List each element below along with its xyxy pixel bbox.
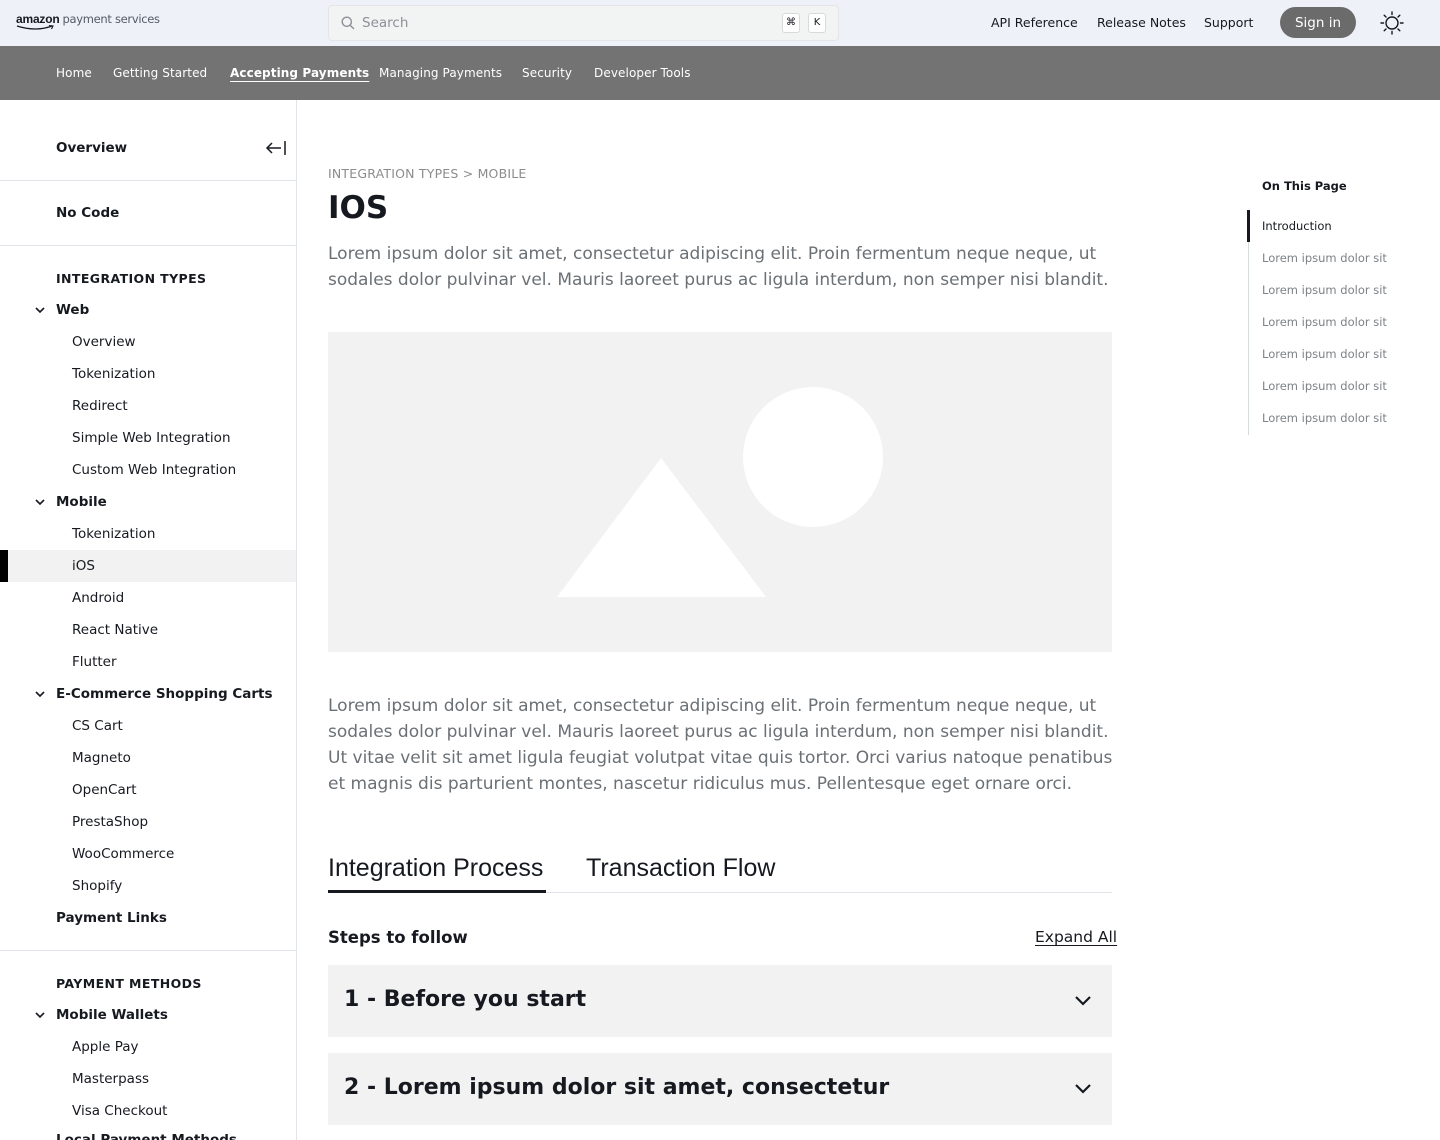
intro-paragraph: Lorem ipsum dolor sit amet, consectetur … bbox=[328, 244, 1109, 290]
api-reference-link[interactable]: API Reference bbox=[991, 15, 1078, 30]
section-payment-methods: PAYMENT METHODS bbox=[56, 976, 202, 991]
sidebar-item-web-overview[interactable]: Overview bbox=[72, 334, 136, 350]
top-bar: amazon payment services ⌘ K API Referenc… bbox=[0, 0, 1440, 46]
sidebar-active-indicator bbox=[0, 550, 8, 582]
expand-all-link[interactable]: Expand All bbox=[1035, 928, 1117, 946]
collapse-sidebar-icon[interactable] bbox=[265, 140, 287, 156]
sidebar-item-shopify[interactable]: Shopify bbox=[72, 878, 122, 894]
steps-heading: Steps to follow bbox=[328, 928, 468, 947]
sidebar-item-cs-cart[interactable]: CS Cart bbox=[72, 718, 123, 734]
accordion-item[interactable]: 2 - Lorem ipsum dolor sit amet, consecte… bbox=[328, 1053, 1112, 1125]
sidebar-item-no-code[interactable]: No Code bbox=[56, 205, 119, 221]
sidebar-item-apple-pay[interactable]: Apple Pay bbox=[72, 1039, 139, 1055]
search-icon bbox=[341, 16, 355, 30]
shortcut-k-key: K bbox=[808, 13, 826, 33]
sidebar-group-mobile-wallets[interactable]: Mobile Wallets bbox=[56, 1007, 168, 1023]
toc-item[interactable]: Lorem ipsum dolor sit bbox=[1262, 315, 1387, 329]
chevron-down-icon[interactable] bbox=[34, 496, 46, 508]
sidebar-item-prestashop[interactable]: PrestaShop bbox=[72, 814, 148, 830]
sidebar-divider bbox=[0, 950, 296, 951]
sidebar-item-mobile-tokenization[interactable]: Tokenization bbox=[72, 526, 155, 542]
toc-item[interactable]: Lorem ipsum dolor sit bbox=[1262, 347, 1387, 361]
tab-bar: Integration Process Transaction Flow bbox=[328, 850, 1112, 893]
toc-title: On This Page bbox=[1262, 179, 1347, 193]
sun-icon[interactable] bbox=[1380, 11, 1404, 35]
sidebar-item-ios[interactable]: iOS bbox=[72, 558, 95, 574]
main-nav: Home Getting Started Accepting Payments … bbox=[0, 46, 1440, 100]
sidebar-group-ecommerce[interactable]: E-Commerce Shopping Carts bbox=[56, 686, 273, 702]
chevron-down-icon bbox=[1075, 996, 1091, 1006]
breadcrumb[interactable]: INTEGRATION TYPES > MOBILE bbox=[328, 166, 527, 181]
sidebar-item-magneto[interactable]: Magneto bbox=[72, 750, 131, 766]
toc-item-introduction[interactable]: Introduction bbox=[1262, 219, 1332, 233]
sidebar-item-opencart[interactable]: OpenCart bbox=[72, 782, 137, 798]
image-placeholder-icon bbox=[557, 387, 883, 597]
nav-developer-tools[interactable]: Developer Tools bbox=[594, 66, 691, 80]
sidebar-item-android[interactable]: Android bbox=[72, 590, 124, 606]
sidebar-group-mobile[interactable]: Mobile bbox=[56, 494, 107, 510]
nav-getting-started[interactable]: Getting Started bbox=[113, 66, 207, 80]
search-input[interactable] bbox=[362, 6, 762, 40]
sidebar-item-masterpass[interactable]: Masterpass bbox=[72, 1071, 149, 1087]
body-paragraph: Lorem ipsum dolor sit amet, consectetur … bbox=[328, 696, 1113, 794]
toc-item[interactable]: Lorem ipsum dolor sit bbox=[1262, 379, 1387, 393]
logo-subtitle: payment services bbox=[62, 12, 160, 26]
sidebar-item-woocommerce[interactable]: WooCommerce bbox=[72, 846, 174, 862]
logo-amazon-text: amazon bbox=[16, 12, 60, 26]
sidebar-divider bbox=[0, 180, 296, 181]
chevron-down-icon[interactable] bbox=[34, 1009, 46, 1021]
accordion-item[interactable]: 1 - Before you start bbox=[328, 965, 1112, 1037]
toc-item[interactable]: Lorem ipsum dolor sit bbox=[1262, 411, 1387, 425]
tab-integration-process[interactable]: Integration Process bbox=[328, 854, 543, 883]
sidebar-item-visa-checkout[interactable]: Visa Checkout bbox=[72, 1103, 167, 1119]
sidebar-item-overview[interactable]: Overview bbox=[56, 140, 127, 156]
sidebar-group-local-payment-methods[interactable]: Local Payment Methods bbox=[56, 1132, 237, 1140]
support-link[interactable]: Support bbox=[1204, 15, 1253, 30]
sidebar-active-highlight bbox=[0, 550, 296, 582]
sidebar-item-custom-web-integration[interactable]: Custom Web Integration bbox=[72, 462, 236, 478]
chevron-down-icon bbox=[1075, 1084, 1091, 1094]
sidebar-item-redirect[interactable]: Redirect bbox=[72, 398, 128, 414]
sidebar-item-web-tokenization[interactable]: Tokenization bbox=[72, 366, 155, 382]
nav-managing-payments[interactable]: Managing Payments bbox=[379, 66, 502, 80]
toc-rail bbox=[1248, 210, 1249, 435]
chevron-down-icon[interactable] bbox=[34, 688, 46, 700]
toc-item[interactable]: Lorem ipsum dolor sit bbox=[1262, 251, 1387, 265]
sidebar: Overview No Code INTEGRATION TYPES Web O… bbox=[0, 100, 297, 1140]
sidebar-item-flutter[interactable]: Flutter bbox=[72, 654, 117, 670]
sidebar-item-payment-links[interactable]: Payment Links bbox=[56, 910, 167, 926]
nav-home[interactable]: Home bbox=[56, 66, 92, 80]
shortcut-cmd-key: ⌘ bbox=[782, 13, 800, 33]
sidebar-item-react-native[interactable]: React Native bbox=[72, 622, 158, 638]
active-tab-indicator bbox=[328, 890, 546, 893]
toc-active-indicator bbox=[1247, 210, 1250, 242]
nav-accepting-payments[interactable]: Accepting Payments bbox=[230, 66, 369, 80]
logo[interactable]: amazon payment services bbox=[16, 12, 160, 32]
logo-smile-icon bbox=[16, 25, 54, 30]
section-integration-types: INTEGRATION TYPES bbox=[56, 271, 207, 286]
nav-security[interactable]: Security bbox=[522, 66, 572, 80]
chevron-down-icon[interactable] bbox=[34, 304, 46, 316]
accordion-title: 1 - Before you start bbox=[344, 987, 587, 1012]
sidebar-item-simple-web-integration[interactable]: Simple Web Integration bbox=[72, 430, 231, 446]
image-placeholder bbox=[328, 332, 1112, 652]
search-box[interactable]: ⌘ K bbox=[328, 5, 839, 41]
sidebar-divider bbox=[0, 245, 296, 246]
sign-in-button[interactable]: Sign in bbox=[1280, 7, 1356, 38]
tab-transaction-flow[interactable]: Transaction Flow bbox=[586, 854, 775, 883]
toc-item[interactable]: Lorem ipsum dolor sit bbox=[1262, 283, 1387, 297]
sidebar-group-web[interactable]: Web bbox=[56, 302, 89, 318]
release-notes-link[interactable]: Release Notes bbox=[1097, 15, 1186, 30]
page-title: IOS bbox=[328, 190, 389, 226]
accordion-title: 2 - Lorem ipsum dolor sit amet, consecte… bbox=[344, 1075, 890, 1100]
